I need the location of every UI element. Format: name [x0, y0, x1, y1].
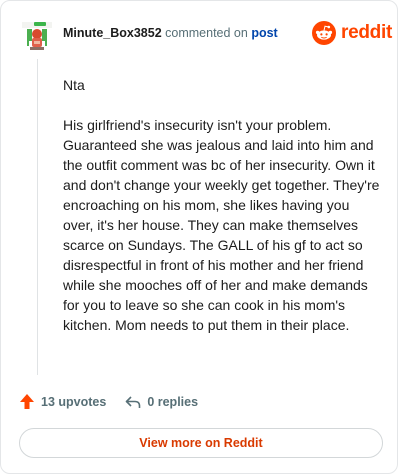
reddit-logo-icon [312, 21, 336, 45]
comment-action-text: commented on [165, 26, 248, 40]
comment-paragraph: Nta [63, 77, 85, 93]
comment-meta: Minute_Box3852 commented on post [63, 26, 278, 40]
upvote-button[interactable]: 13 upvotes [19, 393, 106, 410]
reply-icon [126, 395, 141, 408]
comment-body: Nta His girlfriend's insecurity isn't yo… [63, 75, 381, 355]
replies-button[interactable]: 0 replies [125, 395, 198, 409]
reddit-logo[interactable]: reddit [312, 19, 392, 47]
thread-line[interactable] [37, 59, 38, 375]
comment-card: Minute_Box3852 commented on post reddit … [0, 0, 398, 474]
upvote-count: 13 upvotes [41, 394, 107, 409]
upvote-arrow-icon [20, 394, 34, 409]
post-link[interactable]: post [251, 26, 277, 40]
comment-paragraph: His girlfriend's insecurity isn't your p… [63, 117, 380, 333]
username-link[interactable]: Minute_Box3852 [63, 26, 162, 40]
reddit-wordmark: reddit [341, 22, 392, 43]
view-more-button[interactable]: View more on Reddit [19, 428, 383, 458]
avatar-image [20, 19, 54, 53]
replies-count: 0 replies [147, 394, 199, 409]
comment-actions: 13 upvotes 0 replies [19, 393, 198, 410]
avatar[interactable] [20, 19, 54, 53]
